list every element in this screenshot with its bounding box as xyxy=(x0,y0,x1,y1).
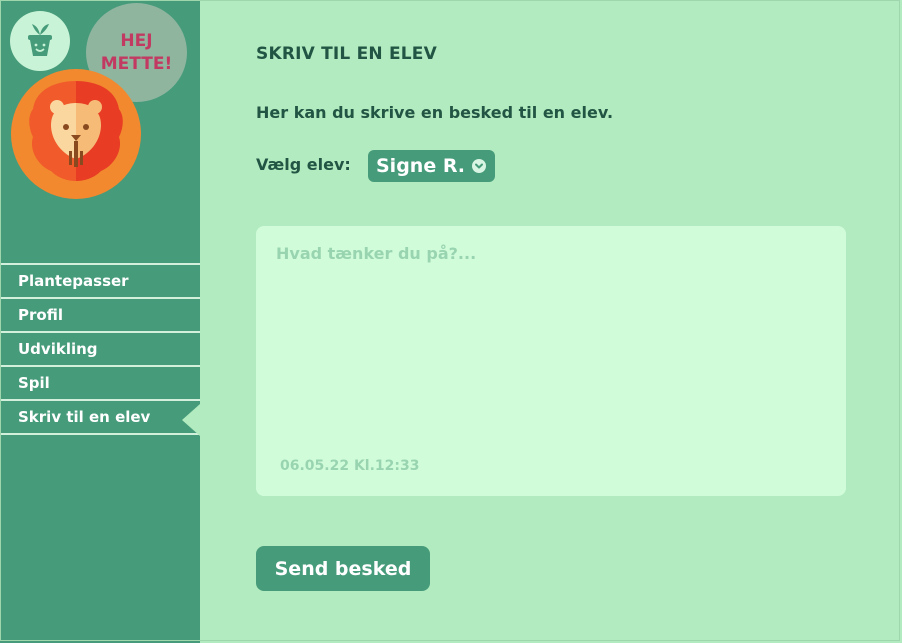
nav-item-plantepasser[interactable]: Plantepasser xyxy=(0,263,200,297)
plant-pot-icon[interactable] xyxy=(10,11,70,71)
sidebar-nav: Plantepasser Profil Udvikling Spil Skriv… xyxy=(0,263,200,436)
student-select-value: Signe R. xyxy=(376,155,466,177)
nav-item-label: Skriv til en elev xyxy=(18,408,151,426)
nav-item-spil[interactable]: Spil xyxy=(0,365,200,399)
lion-avatar[interactable] xyxy=(11,69,141,199)
sidebar: HEJ METTE! Plantepasser Profil Udvikling… xyxy=(0,0,200,643)
nav-item-udvikling[interactable]: Udvikling xyxy=(0,331,200,365)
message-input[interactable] xyxy=(276,244,816,424)
student-select[interactable]: Signe R. xyxy=(368,150,495,182)
nav-item-label: Plantepasser xyxy=(18,272,129,290)
page-title: SKRIV TIL EN ELEV xyxy=(256,44,437,64)
nav-item-label: Profil xyxy=(18,306,63,324)
send-message-button[interactable]: Send besked xyxy=(256,546,430,591)
chevron-down-icon[interactable] xyxy=(472,159,486,173)
nav-item-label: Spil xyxy=(18,374,50,392)
nav-item-profil[interactable]: Profil xyxy=(0,297,200,331)
nav-item-skriv-til-en-elev[interactable]: Skriv til en elev xyxy=(0,399,200,436)
nav-item-label: Udvikling xyxy=(18,340,98,358)
student-select-label: Vælg elev: xyxy=(256,155,351,174)
nav-divider xyxy=(0,433,200,435)
message-timestamp: 06.05.22 Kl.12:33 xyxy=(280,458,420,474)
intro-text: Her kan du skrive en besked til en elev. xyxy=(256,103,614,122)
message-box: 06.05.22 Kl.12:33 xyxy=(256,226,846,496)
